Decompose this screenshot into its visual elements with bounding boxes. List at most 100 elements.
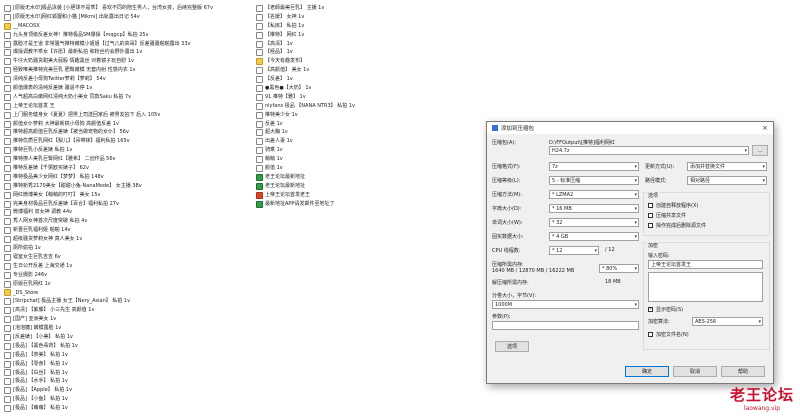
delete-after-checkbox[interactable]: 操作完成后删除源文件 (648, 222, 706, 229)
path-mode-select[interactable]: 相对路径 ▾ (687, 176, 767, 185)
file-list-item[interactable]: 完美身材极品巨乳反差婊【百合】福利私拍 27v (4, 200, 248, 209)
enc-method-select[interactable]: AES-256 ▾ (692, 317, 763, 326)
file-list-item[interactable]: 原版巨乳网红 1v (4, 280, 248, 289)
file-list-item[interactable]: 最新地址APP请发邮件至地址了 (256, 200, 482, 209)
file-list-item[interactable]: 颜值 1v (256, 164, 482, 173)
close-icon[interactable]: × (760, 123, 770, 133)
archive-name-combo[interactable]: H24.7z ▾ (549, 146, 749, 155)
file-list-item[interactable]: 生日公开反差 上海交通 1v (4, 262, 248, 271)
file-list-item[interactable]: 新晋巨乳福利姬 啪啪 14v (4, 226, 248, 235)
file-list-item[interactable]: 【老師最美巨乳】 主播 1v (256, 4, 482, 13)
file-list-item[interactable]: [极品] 【Apple】 私拍 1v (4, 386, 248, 395)
enc-method-label: 加密算法: (648, 319, 670, 325)
file-name: 推特反差婊【千粥欧买婊子】 62v (13, 165, 89, 172)
file-list-item[interactable]: 超级骚货萝莉女神 真人美女 1v (4, 235, 248, 244)
file-list-item[interactable]: 【高颜值】 美女 1v (256, 66, 482, 75)
file-list-item[interactable]: 上门服务健身女《夏夏》把男上司送回家后 被男友拍下 后入 105v (4, 111, 248, 120)
file-list-item[interactable]: 91 推特【雅】 1v (256, 93, 482, 102)
file-list-item[interactable]: [极品] 【萌萌】 私拍 1v (4, 404, 248, 413)
file-list-item[interactable]: 上帝王论坛首发老王 (256, 191, 482, 200)
file-list-item[interactable]: [极品] 【白丝】 私拍 1v (4, 369, 248, 378)
cpu-select[interactable]: * 12 ▾ (549, 246, 599, 255)
params-input[interactable] (492, 321, 639, 330)
file-list-item[interactable]: [高清] 【紫藤】 小三先生 高颜值 1v (4, 306, 248, 315)
dict-select[interactable]: * 16 MB ▾ (549, 204, 639, 213)
file-list-item[interactable]: 【推特】 网红 1v (256, 31, 482, 40)
file-list-item[interactable]: 萌萌 1v (256, 155, 482, 164)
file-list-item[interactable]: 推特优质巨乳网红【梨儿】【吊带袜】福利私拍 165v (4, 137, 248, 146)
options-button[interactable]: 选项 (495, 341, 529, 352)
file-list-item[interactable]: 老王论坛最新地址 (256, 182, 482, 191)
file-list-item[interactable]: [Stripchat] 极品主播 女王【Nery_Asian】 私拍 1v (4, 297, 248, 306)
file-list-item[interactable]: ●黑色●【大奶】 1v (256, 84, 482, 93)
split-select[interactable]: 1000M ▾ (492, 300, 639, 309)
file-list-item[interactable]: [反差婊] 【小美】 私拍 1v (4, 333, 248, 342)
file-list-item[interactable]: 露脸才是王道 非常骚气推特嫩模小姐姐【过气儿的高哥】反差骚骚啪啪露出 33v (4, 40, 248, 49)
cancel-button[interactable]: 取消 (673, 366, 717, 377)
level-select[interactable]: 5 - 标准压缩 ▾ (549, 176, 639, 185)
file-list-item[interactable]: [原版无水印]极品泳装 [小胆球不是乖】 喜欢不同的陪生男人，台湾女孩，后续完整… (4, 4, 248, 13)
file-list-item[interactable]: 专业摄影 246v (4, 271, 248, 280)
file-list-item[interactable]: 秀人网女神首次尺度突破 私拍 4v (4, 217, 248, 226)
file-list-item[interactable]: 网红微博美女【萌萌的叮叮】 美女 15v (4, 191, 248, 200)
file-list-item[interactable]: 【反差】 1v (256, 75, 482, 84)
file-list-item[interactable]: 九头身顶级反差女神！推特极品SM爆操【mqgcp】私拍 25v (4, 31, 248, 40)
file-icon (256, 13, 263, 21)
file-list-item[interactable]: 寝室女生巨乳吉吉 6v (4, 253, 248, 262)
file-list-item[interactable]: [极品] 【奈美】 私拍 1v (4, 351, 248, 360)
file-list-item[interactable]: 微博福利 双女神 调教 44v (4, 208, 248, 217)
file-list-item[interactable]: [极品] 【零食】 私拍 1v (4, 360, 248, 369)
update-select[interactable]: 添加并替换文件 ▾ (687, 162, 767, 171)
file-list-item[interactable]: 推特撩人美乳巨臀网红【雅希】 二创作品 56v (4, 155, 248, 164)
file-list-item[interactable]: 推特极品美少女网红【梦梦】 私拍 148v (4, 173, 248, 182)
show-password-checkbox[interactable]: ✓ 显示密码(S) (648, 306, 683, 313)
browse-button[interactable]: ... (752, 145, 768, 156)
sfx-checkbox[interactable]: 创建自释放程序(X) (648, 202, 698, 209)
solid-select[interactable]: * 4 GB ▾ (549, 232, 639, 241)
file-list-item[interactable]: 極致唯美推特完美巨乳 肥臀嫩模 无套内射 性感内衣 1v (4, 66, 248, 75)
file-list-item[interactable]: 反差 1v (256, 120, 482, 129)
file-list-item[interactable]: 【私房】 私拍 1v (256, 22, 482, 31)
file-list-item[interactable]: [国产] 亚洲美女 1v (4, 315, 248, 324)
format-select[interactable]: 7z ▾ (549, 162, 639, 171)
method-select[interactable]: * LZMA2 ▾ (549, 190, 639, 199)
file-list-item[interactable]: 推特超高颜值巨乳反差婊【被当做宠物的女仆】 56v (4, 128, 248, 137)
help-button[interactable]: 帮助 (721, 366, 765, 377)
file-list-item[interactable]: nlyfans 极品 【NANA NTR3】 私拍 1v (256, 102, 482, 111)
mem-percent-select[interactable]: * 80% ▾ (599, 264, 639, 273)
file-list-item[interactable]: 厕所偷拍 1v (4, 244, 248, 253)
word-select[interactable]: * 32 ▾ (549, 218, 639, 227)
file-list-item[interactable]: 【今天有趣发布】 (256, 57, 482, 66)
file-list-item[interactable]: [极品] 【小鱼】 私拍 1v (4, 395, 248, 404)
encrypt-names-checkbox[interactable]: 加密文件名(N) (648, 331, 689, 338)
password-confirm-area[interactable] (648, 272, 763, 302)
file-list-item[interactable]: 老王论坛最新地址 (256, 173, 482, 182)
file-list-item[interactable]: 颜值爆表的清纯反差婊 骚逼不停 1v (4, 84, 248, 93)
file-icon (256, 191, 263, 199)
file-list-item[interactable]: 推特新秀2170美女【甜甜小兔-NanaMode】 女主播 38v (4, 182, 248, 191)
file-list-item[interactable]: [极品] 【水手】 私拍 1v (4, 377, 248, 386)
file-list-item[interactable]: __MACOSX (4, 22, 248, 31)
file-list-item[interactable]: 【名媛】 女神 1v (256, 13, 482, 22)
file-list-item[interactable]: 【高清】 1v (256, 40, 482, 49)
file-list-item[interactable]: 上帝王论坛首发 王 (4, 102, 248, 111)
file-list-item[interactable]: 牛仔大奶骚货甜美大屁股 情趣黑丝 对着镜子玩自慰 1v (4, 57, 248, 66)
file-list-item[interactable]: [原版无水印]网红狐狸和小猫 [Mikmi] 出轨露出日记 54v (4, 13, 248, 22)
file-list-item[interactable]: 爆操调教不乖女【许愿】最新私拍 和粉丝约会野外露出 1v (4, 48, 248, 57)
file-list-item[interactable]: [极品] 【黑色毒药】 私拍 1v (4, 342, 248, 351)
file-list-item[interactable]: [泡泡糖] 嫩模露脸 1v (4, 324, 248, 333)
file-list-item[interactable]: 超大胸 1v (256, 128, 482, 137)
file-list-item[interactable]: 推特反差婊【千粥欧买婊子】 62v (4, 164, 248, 173)
file-list-item[interactable]: 【極品】 1v (256, 48, 482, 57)
file-list-item[interactable]: _DS_Store (4, 289, 248, 298)
shared-files-checkbox[interactable]: 压缩共享文件 (648, 212, 686, 219)
password-input[interactable]: 上帝王论坛首发王 (648, 260, 763, 269)
file-list-item[interactable]: 清纯反差小母狗Twitter萝莉【萝莉】 54v (4, 75, 248, 84)
ok-button[interactable]: 确定 (625, 366, 669, 377)
file-list-item[interactable]: 人气超高白嫩网红清纯大奶小美女 同款Saku 私拍 7v (4, 93, 248, 102)
file-list-item[interactable]: 出差人妻 1v (256, 137, 482, 146)
file-list-item[interactable]: 骑乘 1v (256, 146, 482, 155)
file-list-item[interactable]: 推特巨乳小反差婊 私拍 1v (4, 146, 248, 155)
file-list-item[interactable]: 推特美少女 1v (256, 111, 482, 120)
file-list-item[interactable]: 颜值女仆萝莉 大神最新搞小母狗 高颜值反差 1v (4, 120, 248, 129)
